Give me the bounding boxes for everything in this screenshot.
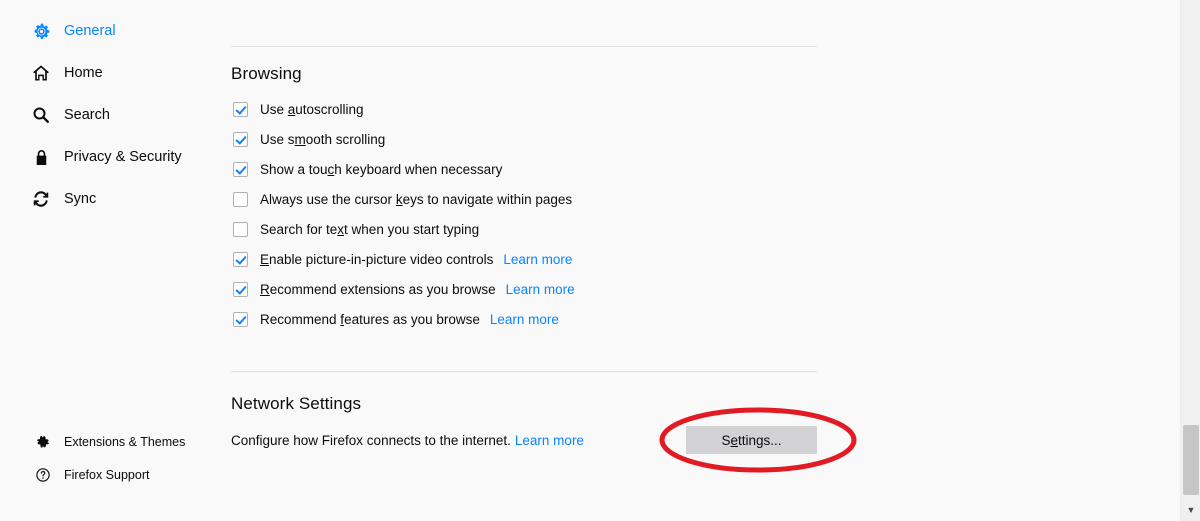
- main-content: Browsing Use autoscrolling Use smooth sc…: [231, 0, 1180, 521]
- checkbox-cursor-keys[interactable]: [233, 191, 248, 207]
- checkbox-recommend-features[interactable]: [233, 311, 248, 327]
- checkbox-label: Recommend extensions as you browse: [260, 281, 496, 297]
- checkbox-search-as-you-type[interactable]: [233, 221, 248, 237]
- checkbox-recommend-extensions[interactable]: [233, 281, 248, 297]
- network-settings-button[interactable]: Settings...: [686, 426, 817, 454]
- checkbox-label: Use autoscrolling: [260, 101, 364, 117]
- sidebar-item-general[interactable]: General: [30, 19, 116, 43]
- learn-more-link-network[interactable]: Learn more: [515, 433, 584, 448]
- sidebar-item-label: Sync: [64, 191, 97, 207]
- checkbox-touch-keyboard[interactable]: [233, 161, 248, 177]
- sidebar-item-extensions-themes[interactable]: Extensions & Themes: [34, 432, 185, 452]
- sync-icon: [30, 188, 52, 210]
- checkbox-picture-in-picture[interactable]: [233, 251, 248, 267]
- question-circle-icon: [34, 466, 52, 484]
- search-icon: [30, 104, 52, 126]
- checkbox-row-cursor-keys[interactable]: Always use the cursor keys to navigate w…: [233, 189, 572, 209]
- checkbox-label: Always use the cursor keys to navigate w…: [260, 191, 573, 207]
- sidebar-item-privacy-security[interactable]: Privacy & Security: [30, 145, 182, 169]
- sidebar-item-home[interactable]: Home: [30, 61, 103, 85]
- vertical-scrollbar[interactable]: ▼: [1180, 0, 1200, 521]
- checkbox-row-search-as-you-type[interactable]: Search for text when you start typing: [233, 219, 479, 239]
- sidebar-item-sync[interactable]: Sync: [30, 187, 96, 211]
- gear-icon: [30, 20, 52, 42]
- checkbox-use-smooth-scrolling[interactable]: [233, 131, 248, 147]
- checkbox-use-autoscrolling[interactable]: [233, 101, 248, 117]
- checkbox-row-use-smooth-scrolling[interactable]: Use smooth scrolling: [233, 129, 385, 149]
- sidebar-item-label: Search: [64, 107, 110, 123]
- browsing-heading: Browsing: [231, 64, 302, 83]
- checkbox-row-recommend-features[interactable]: Recommend features as you browse Learn m…: [233, 309, 559, 329]
- sidebar-item-search[interactable]: Search: [30, 103, 110, 127]
- network-description-text: Configure how Firefox connects to the in…: [231, 433, 511, 448]
- puzzle-piece-icon: [34, 433, 52, 451]
- checkbox-label: Use smooth scrolling: [260, 131, 386, 147]
- learn-more-link-picture-in-picture[interactable]: Learn more: [503, 252, 572, 267]
- checkbox-label: Search for text when you start typing: [260, 221, 480, 237]
- lock-icon: [30, 146, 52, 168]
- sidebar-item-firefox-support[interactable]: Firefox Support: [34, 465, 149, 485]
- scrollbar-thumb[interactable]: [1183, 425, 1199, 495]
- network-settings-description: Configure how Firefox connects to the in…: [231, 433, 584, 448]
- checkbox-label: Enable picture-in-picture video controls: [260, 251, 494, 267]
- sidebar-item-label: Privacy & Security: [64, 149, 182, 165]
- sidebar-item-label: General: [64, 23, 116, 39]
- sidebar-item-label: Extensions & Themes: [64, 435, 186, 449]
- divider-top: [231, 46, 817, 47]
- checkbox-row-touch-keyboard[interactable]: Show a touch keyboard when necessary: [233, 159, 502, 179]
- scroll-down-arrow-icon[interactable]: ▼: [1181, 499, 1200, 521]
- sidebar: General Home Search Privacy & Security S…: [0, 0, 231, 521]
- checkbox-label: Recommend features as you browse: [260, 311, 480, 327]
- divider-network: [231, 371, 817, 372]
- network-settings-heading: Network Settings: [231, 394, 362, 413]
- learn-more-link-recommend-extensions[interactable]: Learn more: [506, 282, 575, 297]
- learn-more-link-recommend-features[interactable]: Learn more: [490, 312, 559, 327]
- home-icon: [30, 62, 52, 84]
- sidebar-item-label: Home: [64, 65, 103, 81]
- sidebar-item-label: Firefox Support: [64, 468, 150, 482]
- checkbox-row-use-autoscrolling[interactable]: Use autoscrolling: [233, 99, 364, 119]
- checkbox-label: Show a touch keyboard when necessary: [260, 161, 503, 177]
- checkbox-row-recommend-extensions[interactable]: Recommend extensions as you browse Learn…: [233, 279, 575, 299]
- checkbox-row-picture-in-picture[interactable]: Enable picture-in-picture video controls…: [233, 249, 572, 269]
